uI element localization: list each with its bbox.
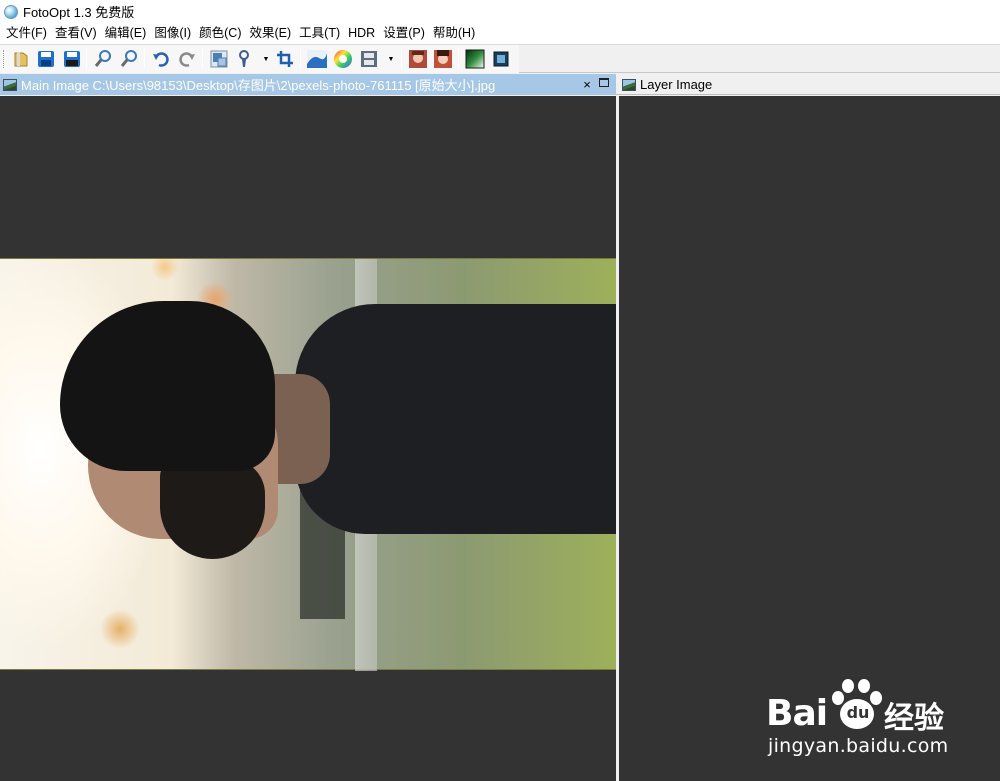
image-icon [3,78,17,91]
zoom-out-icon [120,50,137,67]
menu-edit[interactable]: 编辑(E) [101,23,151,44]
baidu-watermark: Bai du 经验 jingyan.baidu.com [766,675,966,765]
main-image-title: Main Image C:\Users\98153\Desktop\存图片\2\… [21,78,496,93]
portrait-icon [409,50,427,68]
main-image-tab[interactable]: Main Image C:\Users\98153\Desktop\存图片\2\… [0,74,616,95]
zoom-in-icon [94,50,111,67]
title-bar: FotoOpt 1.3 免费版 [0,0,1000,23]
toolbar-separator [144,49,145,69]
toolbar-separator [401,49,402,69]
brush-icon [239,50,249,67]
layer-image-title: Layer Image [640,77,713,92]
crop-button[interactable] [274,48,296,70]
folder-icon [14,52,28,67]
toolbar-grip[interactable] [3,50,6,68]
photo-subject-hair [60,301,275,471]
menu-bar: 文件(F) 查看(V) 编辑(E) 图像(I) 颜色(C) 效果(E) 工具(T… [0,23,1000,44]
redo-icon [179,52,195,67]
portrait-button-1[interactable] [407,48,429,70]
paw-icon: du [828,677,884,731]
zoom-out-button[interactable] [118,48,140,70]
gradient-button[interactable] [464,48,486,70]
color-wheel-button[interactable] [332,48,354,70]
save-as-button[interactable] [61,48,83,70]
levels-button[interactable] [306,48,328,70]
app-logo-icon [4,4,18,19]
watermark-jingyan: 经验 [884,701,944,736]
menu-file[interactable]: 文件(F) [2,23,51,44]
redo-button[interactable] [176,48,198,70]
menu-image[interactable]: 图像(I) [150,23,195,44]
menu-help[interactable]: 帮助(H) [429,23,479,44]
photo-subject-beard [160,459,265,559]
menu-effects[interactable]: 效果(E) [245,23,295,44]
portrait-retouch-icon [434,50,452,68]
floppy-icon [38,51,54,67]
layer-image-tab[interactable]: Layer Image [619,74,712,95]
main-image-canvas[interactable] [0,96,616,781]
photo-subject-shirt [295,304,616,534]
image-icon [622,78,636,91]
toolbar-separator [86,49,87,69]
close-icon[interactable]: × [580,74,594,95]
menu-tools[interactable]: 工具(T) [295,23,344,44]
save-button[interactable] [35,48,57,70]
menu-view[interactable]: 查看(V) [51,23,101,44]
undo-icon [153,52,169,67]
main-photo[interactable] [0,258,616,671]
toolbar-separator [202,49,203,69]
filmstrip-button[interactable] [358,48,380,70]
document-header: Main Image C:\Users\98153\Desktop\存图片\2\… [0,74,1000,95]
floppy-stack-icon [64,51,80,67]
portrait-button-2[interactable] [432,48,454,70]
undo-button[interactable] [150,48,172,70]
resize-button[interactable] [208,48,230,70]
window-title: FotoOpt 1.3 免费版 [23,5,135,20]
menu-hdr[interactable]: HDR [344,23,379,44]
open-file-button[interactable] [10,48,32,70]
filmstrip-dropdown-arrow[interactable]: ▼ [387,48,395,70]
color-wheel-icon [334,50,352,68]
watermark-bai: Bai [766,693,828,734]
brush-dropdown-arrow[interactable]: ▼ [262,48,270,70]
layer-image-icon [493,51,509,67]
watermark-du: du [846,703,870,722]
zoom-in-button[interactable] [92,48,114,70]
fotoopt-window: FotoOpt 1.3 免费版 文件(F) 查看(V) 编辑(E) 图像(I) … [0,0,1000,781]
filmstrip-icon [361,51,377,67]
resize-icon [210,50,228,68]
layer-image-button[interactable] [490,48,512,70]
toolbar-separator [300,49,301,69]
brush-button[interactable] [233,48,255,70]
watermark-url: jingyan.baidu.com [768,735,949,757]
gradient-icon [465,49,485,69]
crop-icon [277,51,293,67]
toolbar: ▼ ▼ [0,44,1000,73]
menu-color[interactable]: 颜色(C) [195,23,245,44]
restore-window-icon[interactable] [599,78,609,87]
levels-icon [307,50,327,68]
toolbar-separator [458,49,459,69]
menu-settings[interactable]: 设置(P) [379,23,429,44]
